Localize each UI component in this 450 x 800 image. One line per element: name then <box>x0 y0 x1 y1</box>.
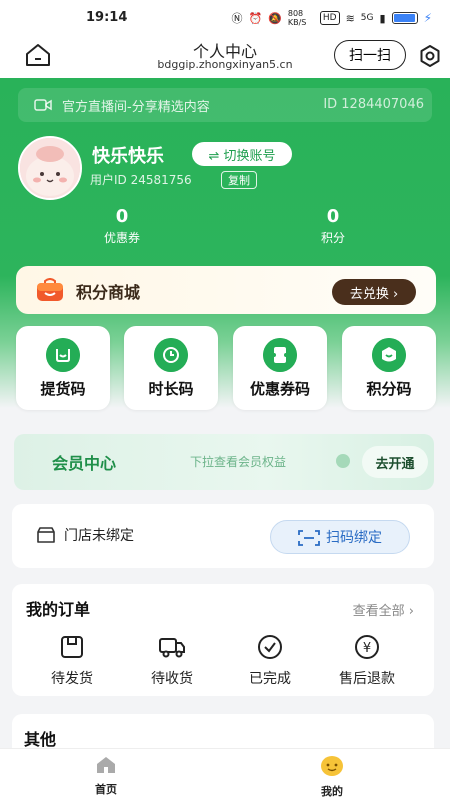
member-center-banner[interactable]: 会员中心 下拉查看会员权益 去开通 <box>14 434 434 490</box>
tile-pickup-code[interactable]: 提货码 <box>16 326 110 410</box>
nav-label: 首页 <box>95 783 117 796</box>
tile-label: 提货码 <box>40 380 86 398</box>
profile-smile-icon <box>321 756 343 776</box>
tile-time-code[interactable]: 时长码 <box>124 326 218 410</box>
net-speed: 808 KB/S <box>287 9 307 27</box>
scan-frame-icon <box>298 530 320 546</box>
order-pending-shipment[interactable]: 待发货 <box>22 634 122 688</box>
yuan-circle-icon: ¥ <box>355 635 379 659</box>
status-icons: Ⓝ ⏰ 🔕 808 KB/S HD ≋ 5G ▮ ⚡ <box>231 9 432 27</box>
username: 快乐快乐 <box>92 146 164 167</box>
package-icon <box>61 636 83 658</box>
check-circle-icon <box>258 635 282 659</box>
nav-profile[interactable]: 我的 <box>292 755 372 799</box>
nfc-icon: Ⓝ <box>231 12 243 25</box>
copy-id-button[interactable]: 复制 <box>221 171 257 189</box>
svg-text:¥: ¥ <box>363 641 371 656</box>
member-title: 会员中心 <box>52 454 117 473</box>
stat-coupons[interactable]: 0 优惠券 <box>62 206 182 246</box>
chevron-down-icon <box>336 454 350 468</box>
video-camera-icon <box>34 99 52 111</box>
points-icon <box>372 338 406 372</box>
signal-icon: ▮ <box>379 11 386 25</box>
exchange-button[interactable]: 去兑换 › <box>332 279 416 305</box>
wifi-icon: ≋ <box>345 11 355 25</box>
member-hint: 下拉查看会员权益 <box>190 455 287 469</box>
order-completed[interactable]: 已完成 <box>220 634 320 688</box>
scan-button[interactable]: 扫一扫 <box>334 40 406 70</box>
store-icon <box>37 527 55 543</box>
scan-bind-button[interactable]: 扫码绑定 <box>270 520 410 554</box>
nav-home[interactable]: 首页 <box>66 755 146 797</box>
store-status-text: 门店未绑定 <box>64 528 134 544</box>
live-banner[interactable]: 官方直播间-分享精选内容 ID 1284407046 <box>18 88 432 122</box>
tile-label: 时长码 <box>148 380 194 398</box>
stat-value: 0 <box>115 206 129 227</box>
avatar[interactable] <box>18 136 82 200</box>
stat-points[interactable]: 0 积分 <box>273 206 393 246</box>
mute-icon: 🔕 <box>268 11 282 25</box>
truck-icon <box>159 638 185 658</box>
order-label: 已完成 <box>249 671 291 687</box>
others-title: 其他 <box>24 730 57 749</box>
my-orders-card: 我的订单 查看全部 › 待发货 待收货 已完成 ¥ 售后退款 <box>12 584 434 696</box>
clock-icon <box>154 338 188 372</box>
home-icon <box>97 757 115 773</box>
status-time: 19:14 <box>86 9 128 25</box>
orders-title: 我的订单 <box>26 600 91 619</box>
activate-member-button[interactable]: 去开通 <box>362 446 428 478</box>
view-all-orders-link[interactable]: 查看全部 › <box>353 600 414 619</box>
tile-label: 优惠券码 <box>249 380 310 398</box>
battery-icon <box>391 12 418 24</box>
scan-bind-label: 扫码绑定 <box>326 530 382 546</box>
nav-label: 我的 <box>321 785 343 798</box>
stat-label: 优惠券 <box>103 231 140 245</box>
bottom-nav: 首页 我的 <box>0 748 450 800</box>
store-binding-card: 门店未绑定 扫码绑定 <box>12 504 434 568</box>
tile-label: 积分码 <box>366 380 412 398</box>
tile-coupon-code[interactable]: 优惠券码 <box>233 326 327 410</box>
order-label: 待发货 <box>51 671 93 687</box>
status-bar: 19:14 Ⓝ ⏰ 🔕 808 KB/S HD ≋ 5G ▮ ⚡ <box>0 0 450 34</box>
points-mall-banner[interactable]: 积分商城 去兑换 › <box>16 266 436 314</box>
stat-value: 0 <box>326 206 340 227</box>
pickup-code-icon <box>46 338 80 372</box>
order-refund[interactable]: ¥ 售后退款 <box>317 634 417 688</box>
avatar-image <box>20 138 80 198</box>
user-id: 用户ID 24581756 <box>90 173 192 187</box>
live-banner-id: ID 1284407046 <box>323 97 424 112</box>
stat-label: 积分 <box>320 231 345 245</box>
hd-badge: HD <box>319 11 340 25</box>
switch-account-button[interactable]: ⇌ 切换账号 <box>192 142 292 166</box>
order-pending-receipt[interactable]: 待收货 <box>122 634 222 688</box>
app-header: 个人中心 bdggip.zhongxinyan5.cn 扫一扫 <box>0 34 450 78</box>
live-banner-text: 官方直播间-分享精选内容 <box>62 100 210 115</box>
signal-label: 5G <box>360 13 374 23</box>
gear-icon[interactable] <box>418 44 442 68</box>
order-label: 售后退款 <box>339 671 395 687</box>
alarm-icon: ⏰ <box>248 11 263 25</box>
points-mall-title: 积分商城 <box>76 283 141 302</box>
tile-points-code[interactable]: 积分码 <box>342 326 436 410</box>
coupon-icon <box>263 338 297 372</box>
charging-icon: ⚡ <box>423 11 432 25</box>
shopping-bag-icon <box>37 278 63 301</box>
order-label: 待收货 <box>151 671 193 687</box>
